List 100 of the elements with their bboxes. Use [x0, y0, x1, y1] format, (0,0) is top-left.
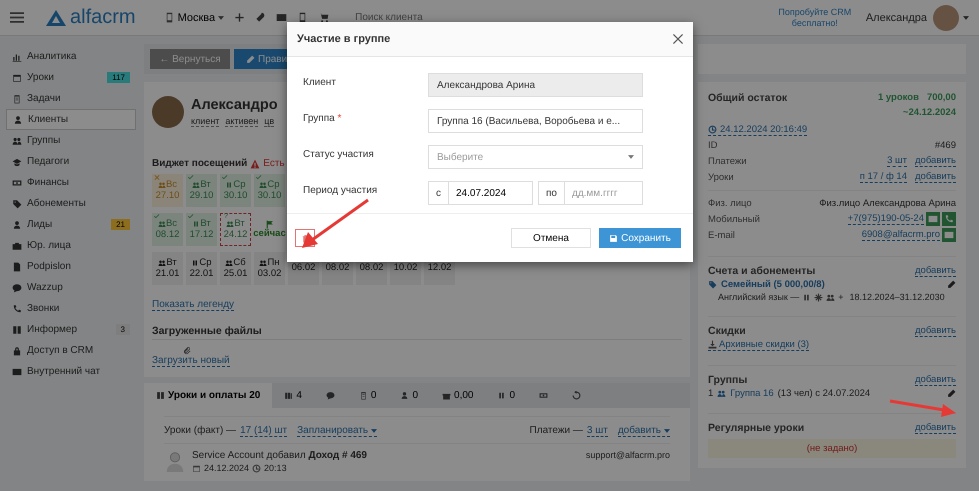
attendance-cell[interactable]: Ср 30.10 [220, 174, 251, 207]
caret-icon [371, 428, 378, 432]
tab[interactable]: 0 [346, 383, 388, 408]
envelope-icon[interactable] [276, 12, 288, 23]
show-legend-link[interactable]: Показать легенду [152, 299, 234, 311]
attendance-cell[interactable]: Вт 21.01 [152, 252, 183, 285]
pencil-icon[interactable] [947, 280, 956, 289]
group-number: 1 [708, 388, 714, 399]
attendance-cell[interactable]: Сб 25.01 [220, 252, 251, 285]
user-name[interactable]: Александра [866, 12, 927, 24]
sidebar-label: Абонементы [27, 198, 87, 209]
menu-icon[interactable] [10, 12, 24, 23]
add-link[interactable]: добавить [915, 422, 956, 434]
sidebar-item[interactable]: Уроки 117 [6, 67, 136, 88]
sidebar-item[interactable]: Финансы [6, 172, 136, 193]
sidebar-item[interactable]: Лиды 21 [6, 214, 136, 235]
branch-dropdown[interactable]: Москва [164, 12, 224, 24]
status-select[interactable]: Выберите [428, 145, 643, 169]
pencil-icon[interactable] [947, 389, 956, 398]
status-tag[interactable]: активен [225, 116, 258, 127]
attendance-cell[interactable]: Ср 22.01 [186, 252, 217, 285]
message-button[interactable] [926, 212, 940, 226]
save-button[interactable]: Сохранить [599, 228, 681, 248]
group-details: (13 чел) с 24.07.2024 [778, 388, 870, 399]
start-date-field[interactable]: 24.07.2024 [449, 181, 533, 205]
attendance-cell[interactable]: Вт 29.10 [186, 174, 217, 207]
add-link[interactable]: добавить [915, 155, 956, 167]
caret-icon [664, 428, 670, 432]
sidebar-item[interactable]: Абонементы [6, 193, 136, 214]
promo-link[interactable]: Попробуйте CRM бесплатно! [774, 6, 856, 28]
schedule-dropdown[interactable]: Запланировать [297, 425, 378, 437]
sidebar-item[interactable]: Wazzup [6, 277, 136, 298]
add-link[interactable]: добавить [915, 374, 956, 386]
sidebar-item[interactable]: Юр. лица [6, 235, 136, 256]
wrench-icon[interactable] [255, 12, 266, 23]
sidebar-label: Лиды [27, 219, 54, 230]
field-label: ID [708, 140, 718, 150]
history-icon [572, 391, 582, 400]
status-tag[interactable]: клиент [191, 116, 220, 127]
add-link[interactable]: добавить [915, 325, 956, 337]
empty-notice: (не задано) [708, 439, 956, 458]
tab[interactable]: Уроки и оплаты 20 [144, 383, 272, 408]
sidebar-item[interactable]: Внутренний чат [6, 361, 136, 382]
weekday: Сб [233, 258, 246, 268]
weekday: Вт [200, 180, 211, 190]
sidebar-item[interactable]: Группы [6, 130, 136, 151]
field-link[interactable]: п 17 / ф 14 [860, 171, 907, 183]
plus-icon[interactable] [234, 12, 246, 23]
updated-link[interactable]: 24.12.2024 20:16:49 [708, 124, 808, 136]
mobile-phone-icon[interactable] [297, 12, 308, 23]
back-button[interactable]: ← Вернуться [150, 49, 230, 69]
attendance-cell[interactable]: Ср 30.10 [254, 174, 285, 207]
upload-link[interactable]: Загрузить новый [152, 355, 230, 367]
status-tag[interactable]: цв [264, 116, 274, 127]
cancel-button[interactable]: Отмена [511, 228, 591, 248]
weekday: Вт [166, 258, 177, 268]
attendance-cell[interactable]: Вт 17.12 [186, 213, 217, 246]
cart-icon[interactable] [318, 12, 330, 23]
date-text: 22.01 [190, 268, 214, 280]
sidebar-item[interactable]: Информер 3 [6, 319, 136, 340]
end-date-field[interactable]: дд.мм.гггг [564, 181, 643, 205]
tag-icon [12, 198, 22, 208]
subscription-link[interactable]: Семейный (5 000,00/8) [721, 279, 825, 290]
sidebar-item[interactable]: Podpislon [6, 256, 136, 277]
close-icon[interactable] [673, 34, 683, 44]
field-link[interactable]: +7(975)190-05-24 [848, 213, 924, 225]
sidebar-item[interactable]: Педагоги [6, 151, 136, 172]
field-label: Группа * [303, 112, 342, 124]
payments-count-link[interactable]: 3 шт [586, 425, 608, 437]
attendance-cell[interactable]: Вс 08.12 [152, 213, 183, 246]
group-select[interactable]: Группа 16 (Васильева, Воробьева и е... [428, 109, 643, 133]
stack-icon [284, 391, 294, 400]
sidebar-item[interactable]: Задачи [6, 88, 136, 109]
add-link[interactable]: добавить [915, 265, 956, 277]
field-link[interactable]: 3 шт [887, 155, 907, 167]
clipboard-icon [12, 94, 22, 104]
field-link[interactable]: 6908@alfacrm.pro [862, 229, 940, 241]
tab[interactable]: 0,00 [430, 383, 486, 408]
attendance-cell[interactable]: Вс 27.10 [152, 174, 183, 207]
caret-icon[interactable] [963, 16, 969, 20]
date-text: 25.01 [224, 268, 248, 280]
add-dropdown[interactable]: добавить [618, 425, 670, 437]
archive-discounts-link[interactable]: Архивные скидки (3) [708, 339, 810, 351]
message-button[interactable] [942, 228, 956, 242]
tab[interactable]: 0 [388, 383, 430, 408]
sidebar-item[interactable]: Клиенты [6, 109, 136, 130]
add-link[interactable]: добавить [915, 171, 956, 183]
sidebar-item[interactable]: Звонки [6, 298, 136, 319]
group-link[interactable]: Группа 16 [730, 388, 774, 399]
phone-icon [12, 304, 22, 314]
document-icon [12, 262, 22, 272]
call-button[interactable] [942, 212, 956, 226]
sidebar-item[interactable]: Аналитика [6, 46, 136, 67]
sidebar-item[interactable]: Доступ в CRM [6, 340, 136, 361]
tab[interactable]: 0 [485, 383, 528, 408]
date-text: 30.10 [258, 190, 282, 202]
attendance-cell[interactable]: Пн 03.02 [254, 252, 285, 285]
lessons-count-link[interactable]: 17 (14) шт [240, 425, 288, 437]
caret-icon [218, 16, 224, 20]
tab[interactable]: 4 [272, 383, 314, 408]
